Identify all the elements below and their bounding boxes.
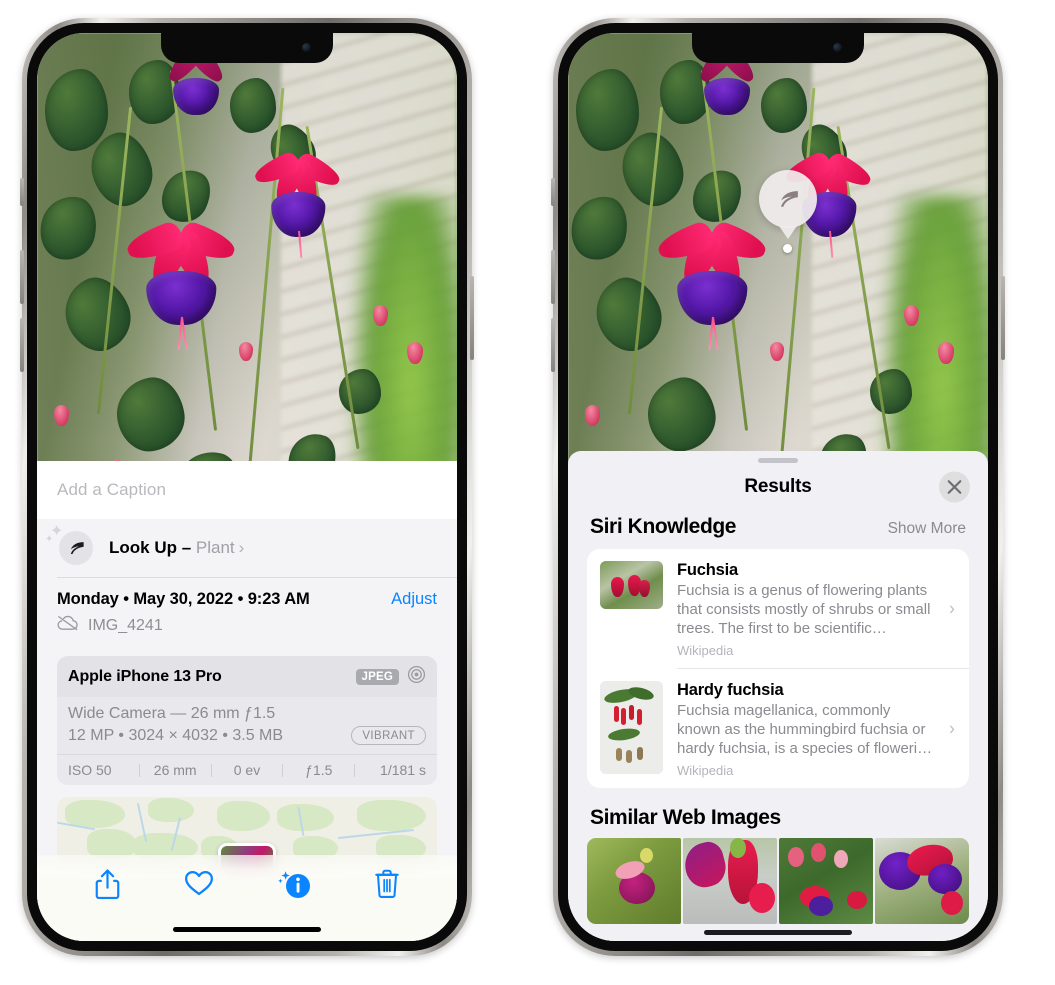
left-phone-device: Add a Caption ✦ ✦ Look Up – Plant › Mond… bbox=[20, 18, 474, 956]
knowledge-source: Wikipedia bbox=[677, 643, 734, 658]
home-indicator[interactable] bbox=[173, 927, 321, 932]
knowledge-title: Fuchsia bbox=[677, 561, 738, 579]
photo-info-sheet: Add a Caption ✦ ✦ Look Up – Plant › Mond… bbox=[37, 461, 457, 941]
close-button[interactable] bbox=[939, 471, 970, 503]
similar-web-images-title: Similar Web Images bbox=[590, 806, 781, 829]
knowledge-item-fuchsia[interactable]: Fuchsia Fuchsia is a genus of flowering … bbox=[587, 549, 969, 668]
power-button[interactable] bbox=[1001, 276, 1005, 360]
exif-shutter: 1/181 s bbox=[380, 762, 426, 778]
exif-iso: ISO 50 bbox=[68, 762, 112, 778]
siri-knowledge-card: Fuchsia Fuchsia is a genus of flowering … bbox=[587, 549, 969, 788]
leaf-icon bbox=[59, 531, 93, 565]
photo-date: Monday • May 30, 2022 • 9:23 AM bbox=[57, 590, 310, 608]
vibrant-badge: VIBRANT bbox=[351, 726, 426, 745]
similar-web-images-header: Similar Web Images bbox=[568, 788, 988, 838]
left-phone-screen: Add a Caption ✦ ✦ Look Up – Plant › Mond… bbox=[37, 33, 457, 941]
volume-up-button[interactable] bbox=[551, 250, 555, 304]
volume-up-button[interactable] bbox=[20, 250, 24, 304]
web-image-1[interactable] bbox=[587, 838, 681, 924]
chevron-right-icon: › bbox=[949, 718, 955, 738]
thumbnail-hardy-fuchsia bbox=[600, 681, 663, 774]
exif-aperture: ƒ1.5 bbox=[305, 762, 333, 778]
right-phone-screen: Results Siri Knowledge Show More Fuchsia… bbox=[568, 33, 988, 941]
silent-switch[interactable] bbox=[551, 178, 555, 206]
chevron-right-icon: › bbox=[238, 538, 245, 557]
exif-focal: 26 mm bbox=[153, 762, 197, 778]
front-camera-icon bbox=[302, 43, 311, 52]
screenshot-stage: Add a Caption ✦ ✦ Look Up – Plant › Mond… bbox=[0, 0, 1055, 985]
aperture-icon bbox=[407, 665, 426, 689]
left-phone-bezel: Add a Caption ✦ ✦ Look Up – Plant › Mond… bbox=[27, 23, 467, 951]
cloud-slash-icon bbox=[57, 615, 79, 636]
web-image-2[interactable] bbox=[683, 838, 777, 924]
look-up-section: ✦ ✦ Look Up – Plant › Monday • May 30, 2… bbox=[37, 519, 457, 867]
front-camera-icon bbox=[833, 43, 842, 52]
silent-switch[interactable] bbox=[20, 178, 24, 206]
volume-down-button[interactable] bbox=[551, 318, 555, 372]
look-up-icon-wrap: ✦ ✦ bbox=[45, 524, 93, 565]
camera-header: Apple iPhone 13 Pro JPEG bbox=[57, 656, 437, 697]
power-button[interactable] bbox=[470, 276, 474, 360]
photo-toolbar bbox=[37, 855, 457, 941]
badge-tail bbox=[779, 226, 797, 239]
results-header: Results bbox=[568, 463, 988, 511]
leaf-icon bbox=[780, 190, 798, 207]
share-button[interactable] bbox=[95, 869, 120, 900]
info-button[interactable] bbox=[278, 869, 311, 900]
results-sheet: Results Siri Knowledge Show More Fuchsia… bbox=[568, 451, 988, 941]
show-more-button[interactable]: Show More bbox=[888, 520, 966, 538]
camera-info-card[interactable]: Apple iPhone 13 Pro JPEG Wide Camera — 2… bbox=[57, 656, 437, 785]
knowledge-item-hardy-fuchsia[interactable]: Hardy fuchsia Fuchsia magellanica, commo… bbox=[587, 669, 969, 788]
volume-down-button[interactable] bbox=[20, 318, 24, 372]
right-phone-bezel: Results Siri Knowledge Show More Fuchsia… bbox=[558, 23, 998, 951]
caption-input[interactable]: Add a Caption bbox=[37, 461, 457, 519]
web-image-4[interactable] bbox=[875, 838, 969, 924]
file-name: IMG_4241 bbox=[88, 616, 163, 634]
notch bbox=[692, 33, 864, 63]
adjust-button[interactable]: Adjust bbox=[391, 590, 437, 609]
notch bbox=[161, 33, 333, 63]
exif-ev: 0 ev bbox=[233, 762, 261, 778]
lens-line: Wide Camera — 26 mm ƒ1.5 bbox=[68, 705, 276, 722]
exif-row: ISO 50 26 mm 0 ev ƒ1.5 1/181 s bbox=[57, 754, 437, 785]
chevron-right-icon: › bbox=[949, 598, 955, 618]
similar-web-images-strip bbox=[568, 838, 988, 924]
right-phone-device: Results Siri Knowledge Show More Fuchsia… bbox=[551, 18, 1005, 956]
look-up-label: Look Up – Plant › bbox=[109, 538, 244, 558]
look-up-row[interactable]: ✦ ✦ Look Up – Plant › bbox=[37, 519, 457, 577]
camera-model: Apple iPhone 13 Pro bbox=[68, 668, 222, 685]
sparkle-icon-small: ✦ bbox=[45, 534, 54, 545]
visual-lookup-badge[interactable] bbox=[759, 170, 817, 239]
close-icon bbox=[947, 480, 962, 494]
knowledge-description: Fuchsia is a genus of flowering plants t… bbox=[677, 582, 931, 637]
web-image-3[interactable] bbox=[779, 838, 873, 924]
knowledge-title: Hardy fuchsia bbox=[677, 681, 784, 699]
results-title: Results bbox=[744, 476, 812, 497]
camera-details: Wide Camera — 26 mm ƒ1.5 12 MP • 3024 × … bbox=[57, 697, 437, 754]
siri-knowledge-header: Siri Knowledge Show More bbox=[568, 511, 988, 549]
thumbnail-fuchsia bbox=[600, 561, 663, 609]
knowledge-source: Wikipedia bbox=[677, 763, 734, 778]
visual-lookup-dot[interactable] bbox=[783, 244, 792, 253]
format-badge: JPEG bbox=[355, 669, 399, 685]
delete-button[interactable] bbox=[375, 869, 399, 898]
favorite-button[interactable] bbox=[184, 869, 214, 896]
knowledge-description: Fuchsia magellanica, commonly known as t… bbox=[677, 702, 933, 757]
look-up-title: Look Up – bbox=[109, 538, 196, 557]
date-block: Monday • May 30, 2022 • 9:23 AM Adjust I… bbox=[37, 578, 457, 646]
look-up-subject: Plant bbox=[195, 538, 235, 557]
specs-line: 12 MP • 3024 × 4032 • 3.5 MB bbox=[68, 726, 284, 744]
siri-knowledge-title: Siri Knowledge bbox=[590, 515, 737, 538]
home-indicator[interactable] bbox=[704, 930, 852, 935]
caption-placeholder: Add a Caption bbox=[57, 480, 167, 499]
